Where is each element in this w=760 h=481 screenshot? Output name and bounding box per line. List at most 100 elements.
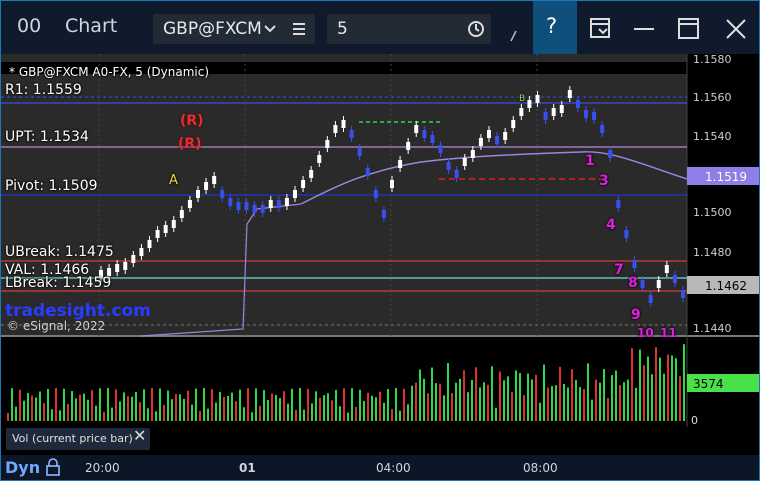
candle-body: [349, 130, 354, 138]
candle-body: [131, 255, 136, 263]
volume-bar: [283, 391, 285, 421]
price-chart[interactable]: 1.1580 1.1560 1.1540 1.1500 1.1480 1.1440 1.1…: [1, 54, 759, 427]
list-icon[interactable]: [291, 22, 307, 36]
help-button[interactable]: ?: [533, 1, 577, 54]
volume-panel-label[interactable]: Vol (current price bar): [6, 428, 150, 450]
volume-bar: [651, 374, 653, 421]
volume-bar: [571, 369, 573, 421]
setup-mark-11: 11: [660, 326, 677, 340]
symbol-field[interactable]: GBP@FXCM: [153, 14, 315, 44]
candle-body: [187, 200, 192, 208]
price-axis-tick: 1.1440: [693, 322, 732, 335]
volume-bar: [147, 408, 149, 421]
app-icon: 00: [17, 15, 42, 37]
volume-bar: [555, 385, 557, 421]
volume-bar: [267, 400, 269, 421]
last-price-label: 1.1462: [705, 279, 747, 293]
volume-bar: [151, 388, 153, 421]
minimize-button[interactable]: [623, 1, 667, 54]
volume-bar: [443, 395, 445, 421]
volume-bar: [675, 358, 677, 421]
candle-body: [373, 190, 378, 198]
volume-bar: [279, 398, 281, 421]
lock-icon[interactable]: [45, 458, 61, 476]
volume-bar: [311, 403, 313, 421]
volume-bar: [19, 389, 21, 421]
volume-bar: [143, 389, 145, 421]
watermark: tradesight.com: [5, 301, 151, 321]
volume-bar: [39, 391, 41, 421]
time-mode[interactable]: Dyn: [5, 458, 40, 477]
volume-bar: [519, 373, 521, 421]
volume-bar: [527, 373, 529, 421]
clock-icon[interactable]: [467, 20, 485, 38]
interval-field[interactable]: 5: [327, 14, 491, 44]
close-icon[interactable]: ✕: [133, 426, 146, 445]
price-axis-panel: [687, 54, 759, 427]
candle-body: [681, 290, 685, 298]
volume-bar: [603, 369, 605, 421]
candle-body: [535, 95, 540, 103]
title-bar: 00 Chart GBP@FXCM 5 ?: [1, 1, 759, 54]
candle-body: [147, 240, 152, 248]
volume-bar: [399, 410, 401, 421]
volume-value-label: 3574: [693, 377, 724, 391]
volume-bar: [539, 402, 541, 421]
volume-bar: [219, 391, 221, 421]
pen-icon[interactable]: [509, 29, 519, 43]
volume-bar: [127, 396, 129, 421]
price-axis-tick: 1.1540: [693, 130, 732, 143]
ma-price-label: 1.1519: [705, 170, 747, 184]
volume-bar: [163, 404, 165, 421]
volume-bar: [551, 386, 553, 421]
candle-body: [196, 190, 200, 198]
candle-body: [123, 262, 128, 270]
volume-bar: [63, 388, 65, 421]
volume-bar: [235, 401, 237, 421]
chart-header: * GBP@FXCM A0-FX, 5 (Dynamic): [9, 65, 210, 79]
volume-bar: [531, 379, 533, 421]
level-label-ubreak: UBreak: 1.1475: [5, 244, 114, 260]
setup-mark-4: 4: [606, 217, 616, 233]
candle-body: [365, 168, 370, 176]
volume-bar: [259, 405, 261, 421]
volume-bar: [479, 387, 481, 421]
volume-bar: [111, 407, 113, 421]
volume-bar: [559, 366, 561, 421]
setup-mark-7: 7: [614, 262, 624, 278]
volume-bar: [231, 392, 233, 421]
volume-bar: [439, 383, 441, 421]
volume-bar: [203, 388, 205, 421]
volume-bar: [543, 364, 545, 421]
volume-bar: [451, 393, 453, 421]
volume-bar: [215, 402, 217, 421]
volume-bar: [587, 363, 589, 421]
volume-bar: [383, 402, 385, 421]
layout-icon: [590, 18, 610, 38]
volume-bar: [159, 388, 161, 421]
volume-bar: [331, 400, 333, 421]
volume-bar: [535, 374, 537, 421]
volume-bar: [363, 400, 365, 421]
window-title: Chart: [65, 15, 118, 37]
volume-bar: [483, 382, 485, 421]
volume-bar: [515, 370, 517, 421]
price-axis-tick: 1.1480: [693, 246, 732, 259]
candle-body: [519, 108, 524, 116]
maximize-button[interactable]: [667, 1, 711, 54]
time-tick-2000: 20:00: [85, 461, 120, 475]
volume-bar: [91, 390, 93, 421]
volume-bar: [95, 405, 97, 421]
volume-bar: [27, 393, 29, 421]
volume-bar: [87, 399, 89, 421]
volume-bar: [567, 387, 569, 421]
candle-body: [139, 248, 144, 256]
volume-bar: [647, 356, 649, 421]
volume-bar: [123, 392, 125, 421]
candle-body: [430, 135, 435, 143]
candle-body: [567, 90, 572, 98]
chevron-down-icon[interactable]: [263, 23, 277, 35]
volume-bar: [375, 397, 377, 421]
close-button[interactable]: [713, 1, 757, 54]
layout-button[interactable]: [579, 1, 623, 54]
